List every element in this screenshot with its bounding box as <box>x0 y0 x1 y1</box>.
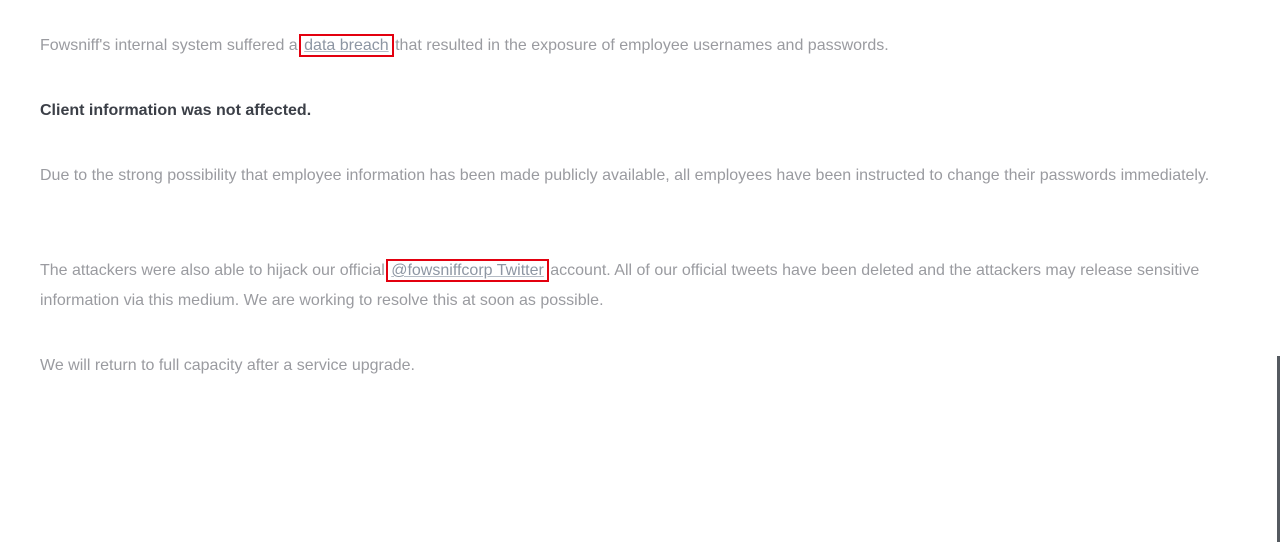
twitter-account-link[interactable]: @fowsniffcorp Twitter <box>386 259 549 282</box>
data-breach-link[interactable]: data breach <box>299 34 394 57</box>
twitter-hijack-paragraph: The attackers were also able to hijack o… <box>40 256 1230 316</box>
service-upgrade-paragraph: We will return to full capacity after a … <box>40 357 415 374</box>
twitter-text-before: The attackers were also able to hijack o… <box>40 262 390 279</box>
breach-text-after: that resulted in the exposure of employe… <box>390 37 889 54</box>
password-change-paragraph: Due to the strong possibility that emplo… <box>40 167 1210 184</box>
breach-text-before: Fowsniff's internal system suffered a <box>40 37 303 54</box>
breach-paragraph: Fowsniff's internal system suffered a da… <box>40 31 1230 61</box>
client-info-notice: Client information was not affected. <box>40 102 312 119</box>
